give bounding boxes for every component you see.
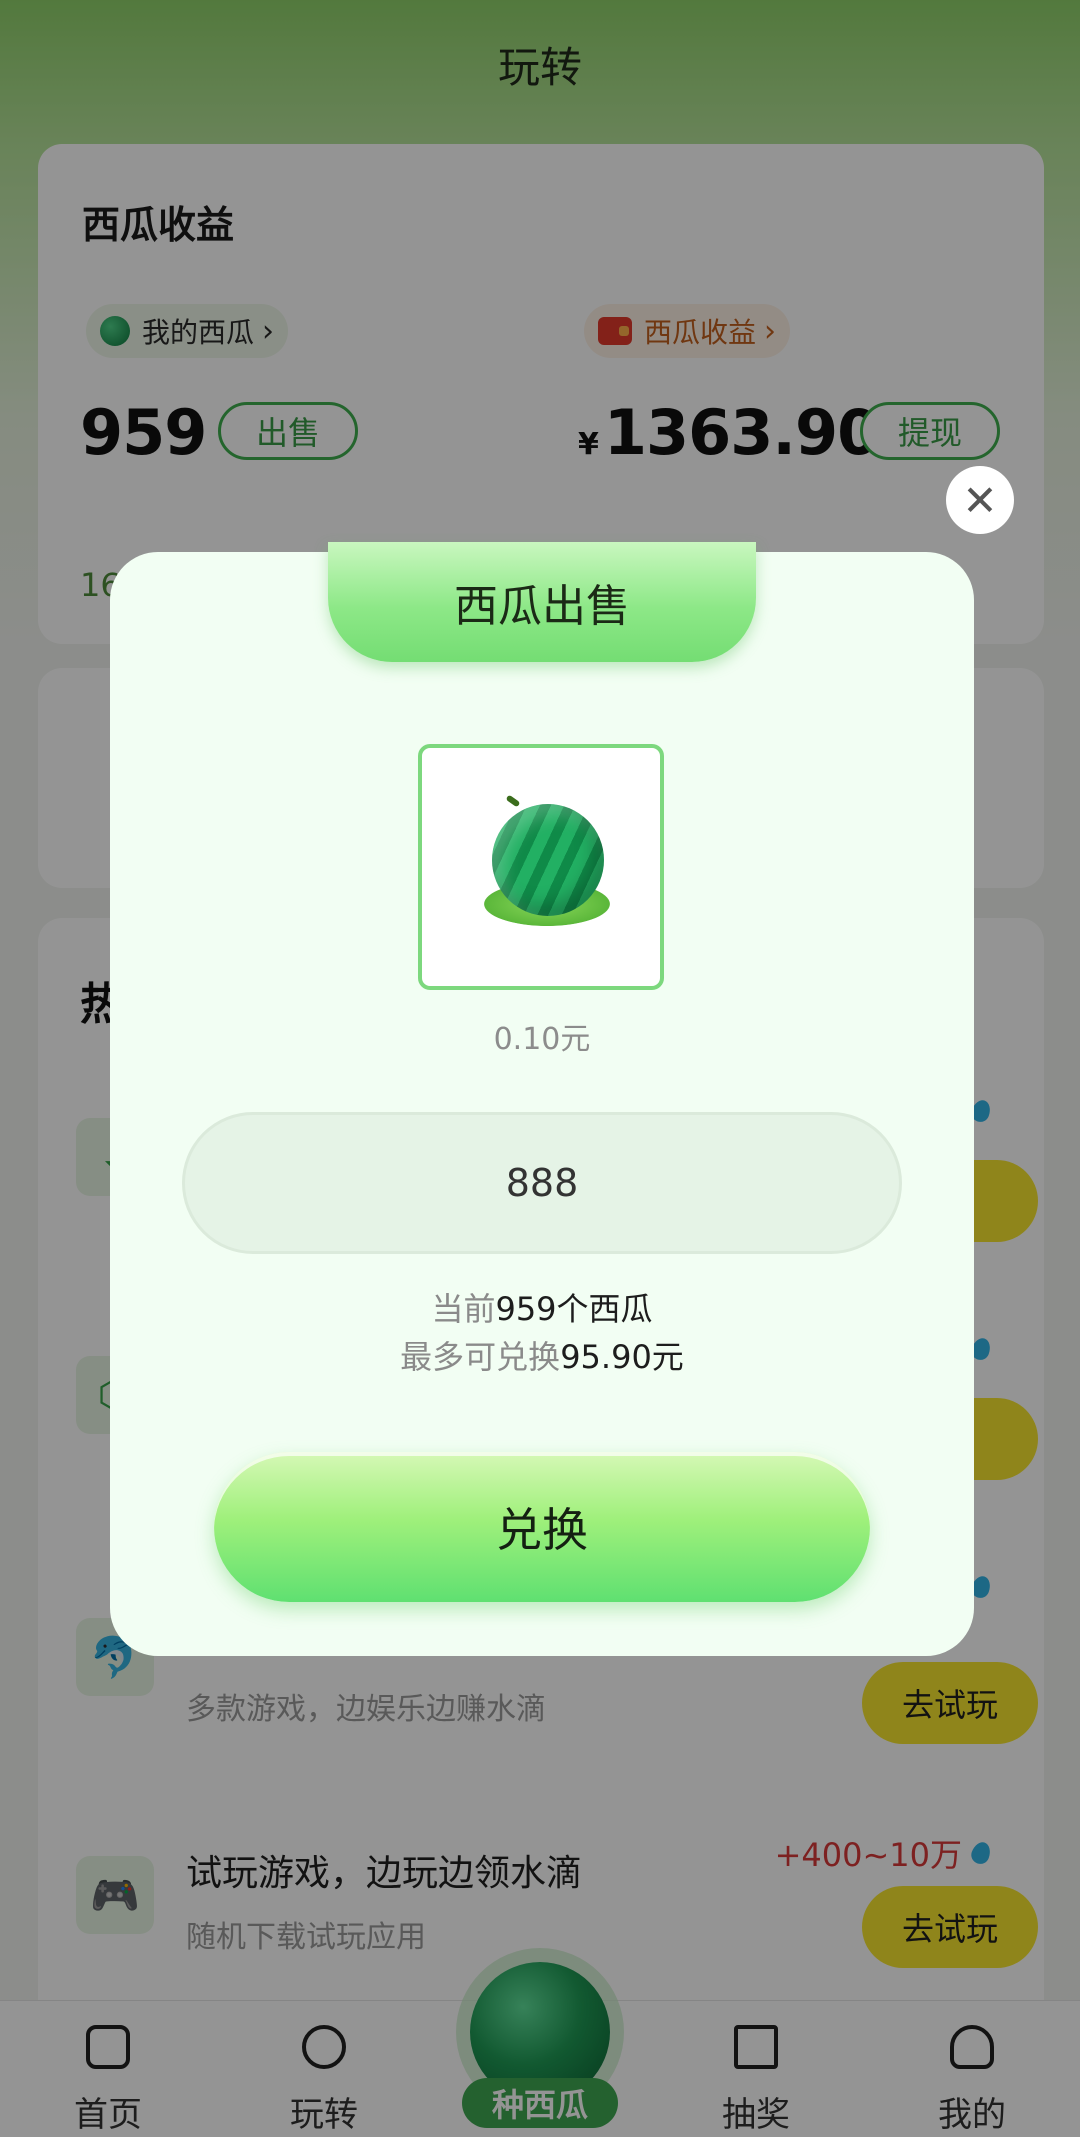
watermelon-icon (492, 804, 604, 916)
current-prefix: 当前 (431, 1290, 496, 1328)
exchange-button[interactable]: 兑换 (214, 1452, 870, 1602)
current-count-line: 当前959个西瓜 (110, 1284, 974, 1330)
max-exchange-value: 95.90元 (560, 1338, 684, 1376)
watermelon-item-box (418, 744, 664, 990)
max-exchange-line: 最多可兑换95.90元 (110, 1332, 974, 1378)
max-prefix: 最多可兑换 (400, 1338, 561, 1376)
unit-price: 0.10元 (493, 1022, 591, 1057)
close-icon[interactable]: ✕ (946, 466, 1014, 534)
quantity-input[interactable] (182, 1112, 902, 1254)
stem-icon (505, 794, 521, 808)
dialog-banner: 西瓜出售 (328, 542, 756, 662)
current-count-value: 959个西瓜 (495, 1290, 653, 1328)
sell-watermelon-dialog: 西瓜出售 0.10元 当前959个西瓜 最多可兑换95.90元 兑换 (110, 542, 974, 1656)
dialog-title: 西瓜出售 (454, 581, 630, 632)
